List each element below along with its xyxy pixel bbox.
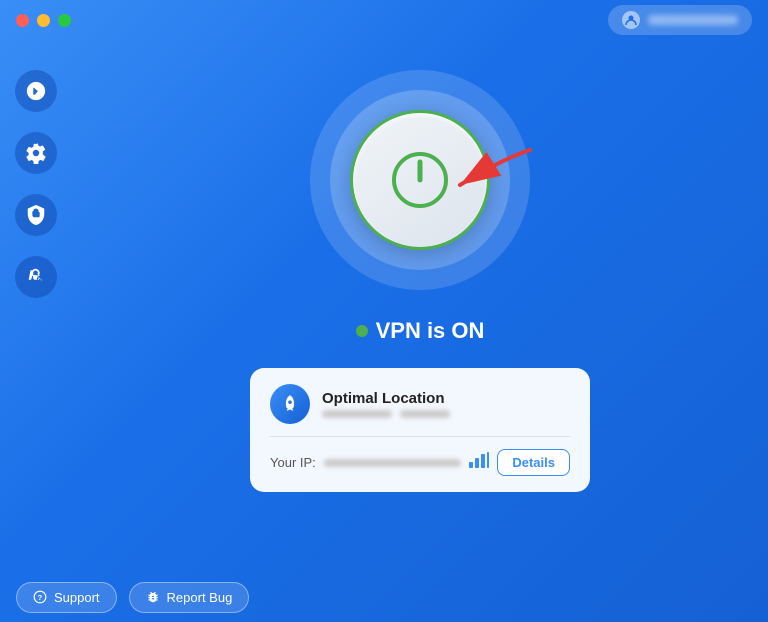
location-city-blur — [322, 410, 392, 418]
sidebar-item-quickconnect[interactable] — [15, 70, 57, 112]
location-card: Optimal Location Your IP: Details — [250, 368, 590, 492]
ip-label: Your IP: — [270, 455, 316, 470]
support-button[interactable]: ? Support — [16, 582, 117, 613]
svg-text:?: ? — [38, 593, 43, 602]
signal-icon — [469, 452, 489, 473]
status-dot — [356, 325, 368, 337]
report-bug-label: Report Bug — [167, 590, 233, 605]
user-icon — [622, 11, 640, 29]
location-title: Optimal Location — [322, 390, 570, 407]
bug-icon — [146, 590, 160, 604]
location-divider — [270, 436, 570, 437]
power-button[interactable] — [350, 110, 490, 250]
power-button-area — [310, 70, 530, 290]
user-badge[interactable] — [608, 5, 752, 35]
title-bar — [0, 0, 768, 40]
location-country-blur — [400, 410, 450, 418]
location-bottom: Your IP: Details — [270, 449, 570, 476]
traffic-lights — [16, 14, 71, 27]
sidebar — [0, 40, 72, 622]
user-name — [648, 15, 738, 25]
ip-address-blur — [324, 459, 462, 467]
power-icon — [388, 148, 452, 212]
main-content: VPN is ON Optimal Location Your IP: — [72, 40, 768, 622]
vpn-status: VPN is ON — [356, 318, 485, 344]
sidebar-item-block[interactable] — [15, 256, 57, 298]
details-button[interactable]: Details — [497, 449, 570, 476]
sidebar-item-security[interactable] — [15, 194, 57, 236]
location-top: Optimal Location — [270, 384, 570, 424]
rocket-icon — [270, 384, 310, 424]
sidebar-item-settings[interactable] — [15, 132, 57, 174]
minimize-button[interactable] — [37, 14, 50, 27]
location-info: Optimal Location — [322, 390, 570, 418]
question-icon: ? — [33, 590, 47, 604]
fullscreen-button[interactable] — [58, 14, 71, 27]
support-label: Support — [54, 590, 100, 605]
report-bug-button[interactable]: Report Bug — [129, 582, 250, 613]
vpn-status-text: VPN is ON — [376, 318, 485, 344]
location-subtitle — [322, 410, 570, 418]
bottom-bar: ? Support Report Bug — [0, 572, 768, 622]
close-button[interactable] — [16, 14, 29, 27]
power-middle-ring — [330, 90, 510, 270]
power-outer-ring — [310, 70, 530, 290]
